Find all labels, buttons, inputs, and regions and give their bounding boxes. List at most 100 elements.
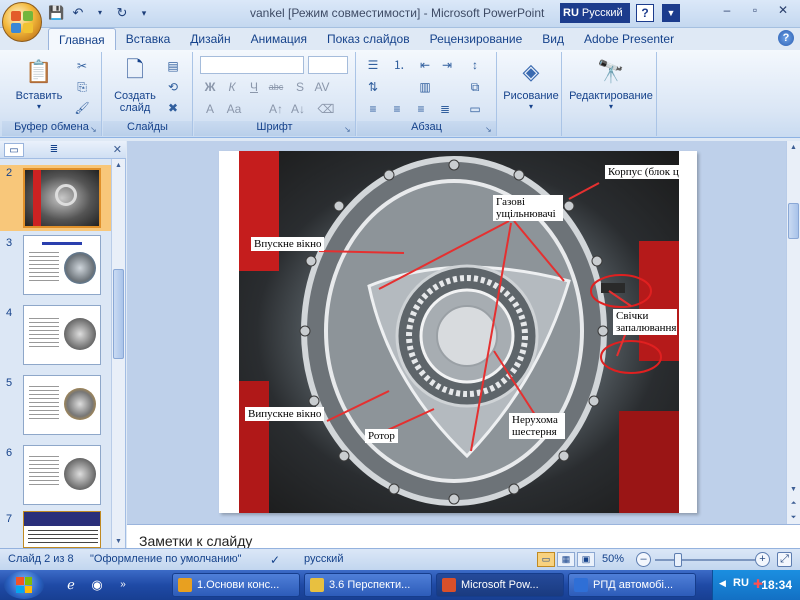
shadow-button[interactable]: S: [290, 78, 310, 96]
clock[interactable]: 18:34: [761, 578, 792, 592]
italic-button[interactable]: К: [222, 78, 242, 96]
copy-icon[interactable]: ⎘: [74, 79, 90, 95]
tray-language[interactable]: RU: [733, 577, 749, 589]
tab-home[interactable]: Главная: [48, 28, 116, 50]
decrease-indent-button[interactable]: ⇤: [415, 56, 435, 74]
layout-icon[interactable]: ▤: [165, 58, 181, 74]
justify-button[interactable]: ≣: [435, 100, 455, 118]
slide-thumbnail[interactable]: 6: [0, 445, 112, 509]
tab-slides-icon[interactable]: ▭: [4, 143, 24, 157]
text-direction-button[interactable]: ⇅: [363, 78, 383, 96]
bold-button[interactable]: Ж: [200, 78, 220, 96]
start-button[interactable]: [4, 571, 44, 599]
cut-icon[interactable]: ✂: [74, 58, 90, 74]
tab-slideshow[interactable]: Показ слайдов: [317, 28, 420, 50]
font-name-combo[interactable]: [200, 56, 304, 74]
language-options-icon[interactable]: ▼: [662, 4, 680, 22]
previous-slide-icon[interactable]: ⏶: [787, 497, 800, 510]
format-painter-icon[interactable]: 🖌: [74, 100, 90, 116]
sorter-view-button[interactable]: ▦: [557, 552, 575, 567]
align-text-button[interactable]: ▭: [465, 100, 485, 118]
font-size-combo[interactable]: [308, 56, 348, 74]
align-center-button[interactable]: ≡: [387, 100, 407, 118]
scroll-down-icon[interactable]: ▼: [787, 483, 800, 496]
zoom-slider-knob[interactable]: [674, 553, 682, 567]
office-button[interactable]: [2, 2, 42, 42]
tab-design[interactable]: Дизайн: [180, 28, 240, 50]
more-quicklaunch-icon[interactable]: »: [114, 576, 132, 594]
next-slide-icon[interactable]: ⏷: [787, 511, 800, 524]
spellcheck-icon[interactable]: ✓: [270, 553, 280, 567]
language-help-icon[interactable]: ?: [636, 4, 654, 22]
zoom-out-icon[interactable]: –: [636, 552, 651, 567]
slide-thumbnail[interactable]: 5: [0, 375, 112, 439]
reset-slide-icon[interactable]: ⟲: [165, 79, 181, 95]
new-slide-button[interactable]: 🗋 Создать слайд: [109, 56, 161, 114]
internet-explorer-icon[interactable]: ℯ: [62, 576, 80, 594]
slide-thumbnail[interactable]: 2: [0, 165, 112, 231]
underline-button[interactable]: Ч: [244, 78, 264, 96]
save-icon[interactable]: 💾: [48, 5, 64, 21]
paragraph-launcher-icon[interactable]: ↘: [485, 125, 494, 134]
clear-formatting-button[interactable]: ⌫: [316, 100, 336, 118]
scroll-up-icon[interactable]: ▲: [112, 159, 125, 172]
help-icon[interactable]: ?: [778, 30, 794, 46]
zoom-in-icon[interactable]: +: [755, 552, 770, 567]
slides-panel-scrollbar[interactable]: ▲ ▼: [111, 159, 125, 548]
slide-thumbnail[interactable]: 4: [0, 305, 112, 369]
slideshow-view-button[interactable]: ▣: [577, 552, 595, 567]
tab-insert[interactable]: Вставка: [116, 28, 181, 50]
paste-button[interactable]: 📋 Вставить ▾: [12, 56, 66, 111]
smartart-button[interactable]: ⧉: [465, 78, 485, 96]
browser-icon[interactable]: ◉: [88, 576, 106, 594]
zoom-slider[interactable]: [655, 559, 755, 561]
notes-pane[interactable]: Заметки к слайду: [127, 524, 800, 549]
slide-scrollbar[interactable]: ▲ ▼ ⏶ ⏷: [786, 141, 800, 524]
taskbar-item-active[interactable]: Microsoft Pow...: [436, 573, 564, 597]
slide-thumbnail[interactable]: 7: [0, 511, 112, 548]
normal-view-button[interactable]: ▭: [537, 552, 555, 567]
slide-thumbnail[interactable]: 3: [0, 235, 112, 299]
language-status[interactable]: русский: [304, 553, 343, 565]
columns-button[interactable]: ▥: [415, 78, 435, 96]
slide-canvas[interactable]: Корпус (блок циліндрів) Газові ущільнюва…: [219, 151, 697, 513]
grow-font-button[interactable]: A↑: [266, 100, 286, 118]
clipboard-launcher-icon[interactable]: ↘: [90, 125, 99, 134]
scroll-down-icon[interactable]: ▼: [112, 535, 125, 548]
tab-review[interactable]: Рецензирование: [420, 28, 533, 50]
spacing-button[interactable]: AV: [312, 78, 332, 96]
close-button[interactable]: ✕: [770, 2, 796, 20]
tray-expand-icon[interactable]: ◀: [719, 578, 726, 589]
zoom-level[interactable]: 50%: [602, 553, 624, 565]
maximize-button[interactable]: ▫: [742, 2, 768, 20]
drawing-button[interactable]: ◈ Рисование ▾: [502, 56, 560, 111]
undo-icon[interactable]: ↶: [70, 5, 86, 21]
taskbar-item[interactable]: 1.Основи конс...: [172, 573, 300, 597]
tab-view[interactable]: Вид: [532, 28, 574, 50]
scrollbar-thumb[interactable]: [113, 269, 124, 359]
increase-indent-button[interactable]: ⇥: [437, 56, 457, 74]
fit-to-window-icon[interactable]: ⤢: [777, 552, 792, 567]
scrollbar-thumb[interactable]: [788, 203, 799, 239]
bullets-button[interactable]: ☰: [363, 56, 383, 74]
taskbar-item[interactable]: 3.6 Перспекти...: [304, 573, 432, 597]
line-spacing-button[interactable]: ↕: [465, 56, 485, 74]
close-panel-icon[interactable]: ✕: [113, 143, 122, 156]
font-color-button[interactable]: A: [200, 100, 220, 118]
editing-button[interactable]: 🔭 Редактирование ▾: [567, 56, 655, 111]
delete-slide-icon[interactable]: ✖: [165, 100, 181, 116]
tab-adobe-presenter[interactable]: Adobe Presenter: [574, 28, 684, 50]
undo-dropdown-icon[interactable]: ▾: [92, 5, 108, 21]
shrink-font-button[interactable]: A↓: [288, 100, 308, 118]
redo-icon[interactable]: ↻: [114, 5, 130, 21]
numbering-button[interactable]: ⒈: [389, 56, 409, 74]
strikethrough-button[interactable]: abc: [266, 78, 286, 96]
theme-name[interactable]: "Оформление по умолчанию": [90, 553, 242, 565]
align-left-button[interactable]: ≡: [363, 100, 383, 118]
taskbar-item[interactable]: РПД автомобі...: [568, 573, 696, 597]
customize-qat-icon[interactable]: ▾: [136, 5, 152, 21]
align-right-button[interactable]: ≡: [411, 100, 431, 118]
language-indicator[interactable]: RU Русский: [560, 3, 630, 23]
tab-animation[interactable]: Анимация: [241, 28, 317, 50]
scroll-up-icon[interactable]: ▲: [787, 141, 800, 154]
